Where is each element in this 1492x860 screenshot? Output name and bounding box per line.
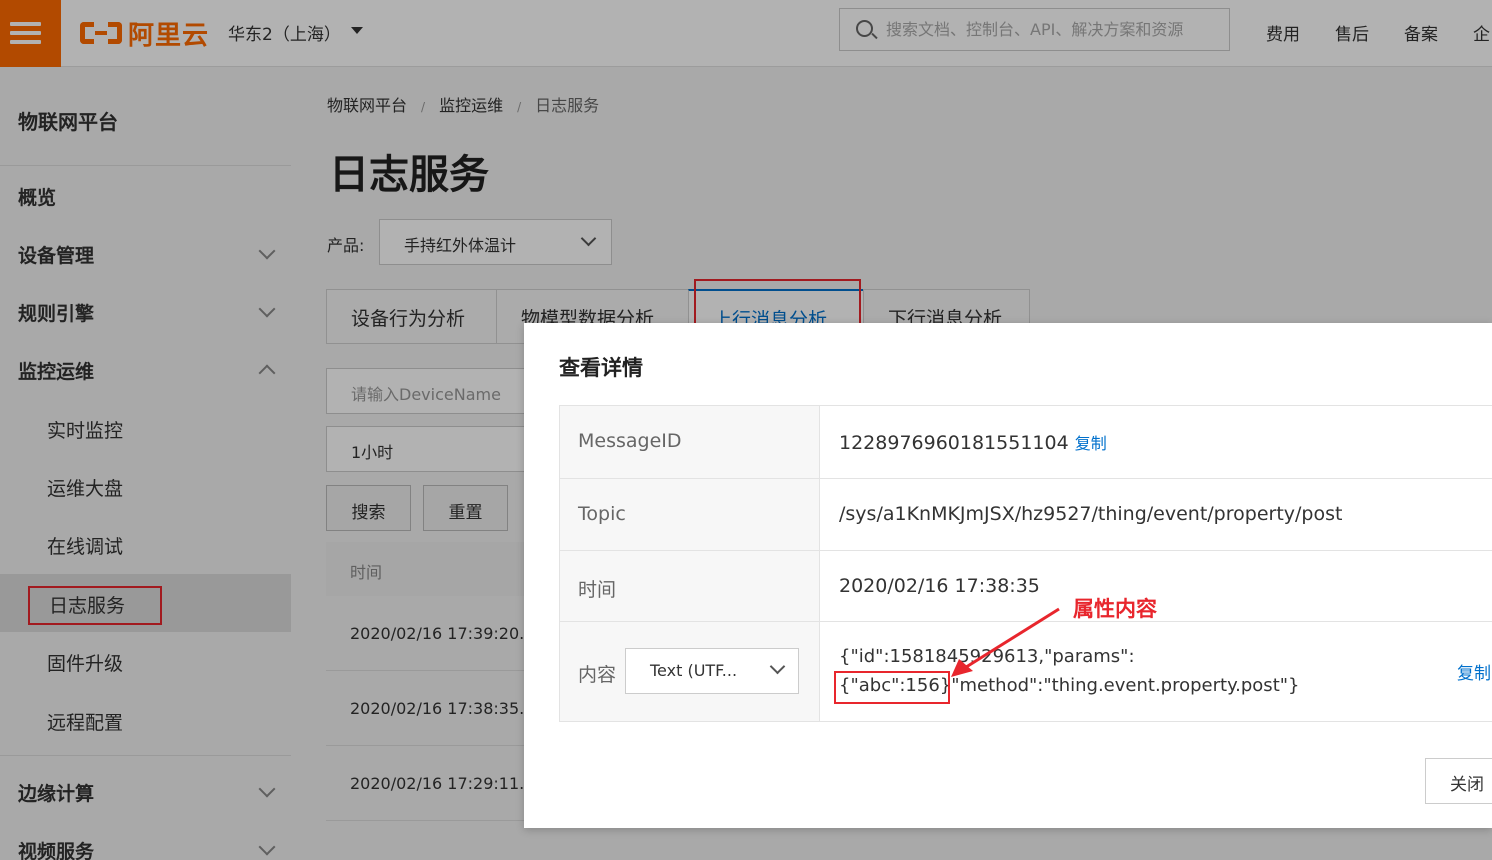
detail-dialog: 查看详情 MessageID 1228976960181551104 复制 Top… [524,323,1492,828]
topic-value: /sys/a1KnMKJmJSX/hz9527/thing/event/prop… [839,503,1343,525]
detail-row-message-id: MessageID 1228976960181551104 复制 [559,406,1492,479]
message-id-value: 1228976960181551104 复制 [839,432,1107,454]
detail-label: Topic [559,479,820,550]
detail-label: MessageID [559,406,820,478]
encoding-select[interactable]: Text (UTF... [625,648,799,694]
detail-row-content: 内容 Text (UTF... {"id":1581845929613,"par… [559,597,1492,722]
annotation-label: 属性内容 [1073,597,1157,621]
encoding-select-value: Text (UTF... [650,661,738,680]
detail-row-topic: Topic /sys/a1KnMKJmJSX/hz9527/thing/even… [559,479,1492,551]
copy-content-link[interactable]: 复制 [1457,659,1491,684]
close-button[interactable]: 关闭 [1425,758,1492,804]
detail-label: 内容 Text (UTF... [559,622,820,721]
copy-message-id-link[interactable]: 复制 [1075,434,1107,453]
annotation-arrow-icon [951,607,1060,677]
chevron-down-icon [769,658,786,675]
detail-label: 时间 [559,551,820,621]
highlight-box [834,671,950,704]
detail-table: MessageID 1228976960181551104 复制 Topic /s… [559,405,1492,722]
dialog-title: 查看详情 [559,356,643,380]
time-value: 2020/02/16 17:38:35 [839,575,1040,597]
